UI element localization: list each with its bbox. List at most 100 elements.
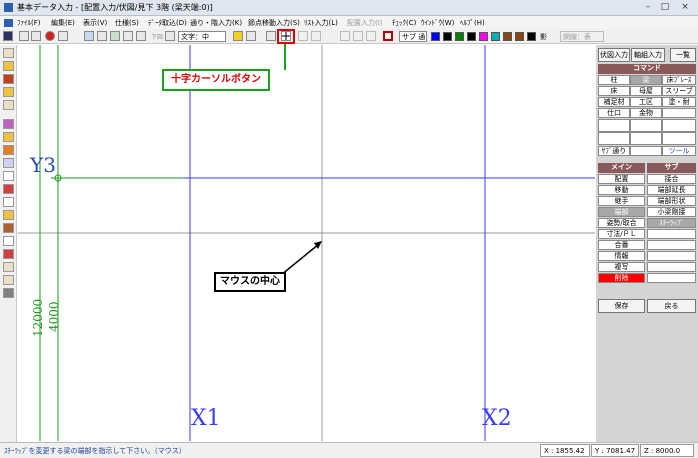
back-button[interactable]: 戻る bbox=[647, 299, 696, 313]
color-swatch-4[interactable] bbox=[467, 32, 476, 41]
maximize-button[interactable]: □ bbox=[657, 1, 673, 14]
save-button[interactable]: 保存 bbox=[598, 299, 645, 313]
line-tool-icon[interactable] bbox=[298, 31, 308, 41]
printer-icon[interactable] bbox=[97, 31, 107, 41]
drawing-canvas[interactable]: Y3 X1 X2 12000 4000 十字カーソルボタン マウスの中心 bbox=[18, 45, 595, 441]
zoom-window-icon[interactable] bbox=[110, 31, 120, 41]
cmd-empty-1[interactable] bbox=[662, 108, 696, 118]
color-swatch-7[interactable] bbox=[503, 32, 512, 41]
red-tool-icon[interactable] bbox=[3, 184, 14, 194]
main-move[interactable]: 移動 bbox=[598, 185, 645, 195]
column-place-tool-icon[interactable] bbox=[3, 61, 14, 71]
sub-empty-1[interactable] bbox=[647, 229, 696, 239]
cmd-supplement[interactable]: 補足材 bbox=[598, 97, 630, 107]
hatch-tool-icon[interactable] bbox=[3, 288, 14, 298]
cmd-floor-brace[interactable]: 床ﾌﾞﾚｰｽ bbox=[662, 75, 696, 85]
point-tool-icon[interactable] bbox=[340, 31, 350, 41]
sub-end-shape[interactable]: 端部形状 bbox=[647, 196, 696, 206]
arc-icon[interactable] bbox=[246, 31, 256, 41]
cmd-column[interactable]: 柱 bbox=[598, 75, 630, 85]
main-dimension-pl[interactable]: 寸法/ＰＬ bbox=[598, 229, 645, 239]
main-number[interactable]: 合番 bbox=[598, 240, 645, 250]
cmd-sleeve[interactable]: スリーブ bbox=[662, 86, 696, 96]
brace-tool-icon[interactable] bbox=[3, 87, 14, 97]
redo-icon[interactable] bbox=[31, 31, 41, 41]
cmd-paint-fireproof[interactable]: 塗・耐 bbox=[662, 97, 696, 107]
weld-tool-icon[interactable] bbox=[3, 249, 14, 259]
cmd-sub-empty[interactable] bbox=[630, 146, 662, 156]
zoom-all-icon[interactable] bbox=[136, 31, 146, 41]
sleeve-tool-icon[interactable] bbox=[3, 223, 14, 233]
beam-place-tool-icon[interactable] bbox=[3, 74, 14, 84]
text-size-select[interactable]: 文字：中 bbox=[178, 31, 226, 42]
cmd-empty-7[interactable] bbox=[662, 132, 696, 145]
display-icon[interactable] bbox=[165, 31, 175, 41]
sub-empty-5[interactable] bbox=[647, 273, 696, 283]
stop-icon[interactable] bbox=[45, 31, 55, 41]
color-swatch-1[interactable] bbox=[431, 32, 440, 41]
delete-cross-icon[interactable] bbox=[3, 171, 14, 181]
sub-empty-3[interactable] bbox=[647, 251, 696, 261]
menu-data-import[interactable]: ﾃﾞｰﾀ取込(D) bbox=[148, 18, 187, 28]
cmd-empty-6[interactable] bbox=[630, 132, 662, 145]
diagonal-tool-icon[interactable] bbox=[353, 31, 363, 41]
tab-frame-input[interactable]: 軸組入力 bbox=[631, 48, 665, 62]
cmd-tools[interactable]: ツール bbox=[662, 146, 696, 156]
sub-empty-2[interactable] bbox=[647, 240, 696, 250]
column-tool-icon[interactable] bbox=[311, 31, 321, 41]
note-tool-icon[interactable] bbox=[3, 210, 14, 220]
dimension-tool-icon[interactable] bbox=[3, 197, 14, 207]
tab-list[interactable]: 一覧 bbox=[670, 48, 696, 62]
main-place[interactable]: 配置 bbox=[598, 174, 645, 184]
color-swatch-8[interactable] bbox=[515, 32, 524, 41]
menu-spec[interactable]: 仕様(S) bbox=[115, 18, 139, 28]
sub-connection[interactable]: 接合 bbox=[647, 174, 696, 184]
main-splice[interactable]: 継手 bbox=[598, 196, 645, 206]
color-swatch-3[interactable] bbox=[455, 32, 464, 41]
cmd-beam[interactable]: 梁 bbox=[630, 75, 662, 85]
cmd-empty-2[interactable] bbox=[598, 119, 630, 132]
cmd-sub-grid[interactable]: ｻﾌﾞ通り bbox=[598, 146, 630, 156]
cmd-hardware[interactable]: 金物 bbox=[630, 108, 662, 118]
main-copy[interactable]: 複写 bbox=[598, 262, 645, 272]
menu-check[interactable]: ﾁｪｯｸ(C) bbox=[392, 18, 416, 28]
name-tool-icon[interactable] bbox=[3, 275, 14, 285]
sub-stirrup[interactable]: ｽﾁｰﾗｯﾌﾟ bbox=[647, 218, 696, 228]
mesh-line-select[interactable]: 網線：表 bbox=[560, 31, 604, 42]
sub-end-extension[interactable]: 端部延長 bbox=[647, 185, 696, 195]
menu-help[interactable]: ﾍﾙﾌﾟ(H) bbox=[460, 18, 485, 28]
cmd-empty-4[interactable] bbox=[662, 119, 696, 132]
menu-placement-input[interactable]: 配置入力(I) bbox=[347, 18, 383, 28]
member-tool-icon[interactable] bbox=[3, 119, 14, 129]
sub-grid-toggle[interactable]: サブ 通 bbox=[399, 31, 427, 42]
floor-list-tool-icon[interactable] bbox=[3, 100, 14, 110]
stiffener-tool-icon[interactable] bbox=[3, 132, 14, 142]
menu-file[interactable]: ﾌｧｲﾙ(F) bbox=[17, 18, 41, 28]
menu-list-input[interactable]: ﾘｽﾄ入力(L) bbox=[304, 18, 338, 28]
main-end[interactable]: 端部 bbox=[598, 207, 645, 217]
print-icon[interactable] bbox=[58, 31, 68, 41]
zoom-in-icon[interactable] bbox=[123, 31, 133, 41]
cmd-zone[interactable]: 工区 bbox=[630, 97, 662, 107]
save-icon[interactable] bbox=[3, 31, 13, 41]
sub-small-beam-rigid[interactable]: 小梁剛接 bbox=[647, 207, 696, 217]
snap-icon[interactable] bbox=[266, 31, 276, 41]
cmd-floor[interactable]: 床 bbox=[598, 86, 630, 96]
grid-input-tool-icon[interactable] bbox=[3, 48, 14, 58]
color-swatch-5[interactable] bbox=[479, 32, 488, 41]
menu-window[interactable]: ｳｲﾝﾄﾞｳ(W) bbox=[421, 18, 454, 28]
main-delete[interactable]: 削除 bbox=[598, 273, 645, 283]
undo-icon[interactable] bbox=[19, 31, 29, 41]
cmd-joint[interactable]: 仕口 bbox=[598, 108, 630, 118]
menu-grid-floor-input[interactable]: 通り・階入力(K) bbox=[190, 18, 242, 28]
menu-view[interactable]: 表示(V) bbox=[83, 18, 107, 28]
main-posture[interactable]: 姿勢/取合 bbox=[598, 218, 645, 228]
intersect-tool-icon[interactable] bbox=[366, 31, 376, 41]
text-tool-icon[interactable] bbox=[3, 236, 14, 246]
minimize-button[interactable]: – bbox=[640, 1, 656, 14]
record-icon[interactable] bbox=[383, 31, 393, 41]
cmd-empty-3[interactable] bbox=[630, 119, 662, 132]
close-button[interactable]: × bbox=[675, 1, 695, 14]
beam-check-tool-icon[interactable] bbox=[3, 262, 14, 272]
cmd-empty-5[interactable] bbox=[598, 132, 630, 145]
